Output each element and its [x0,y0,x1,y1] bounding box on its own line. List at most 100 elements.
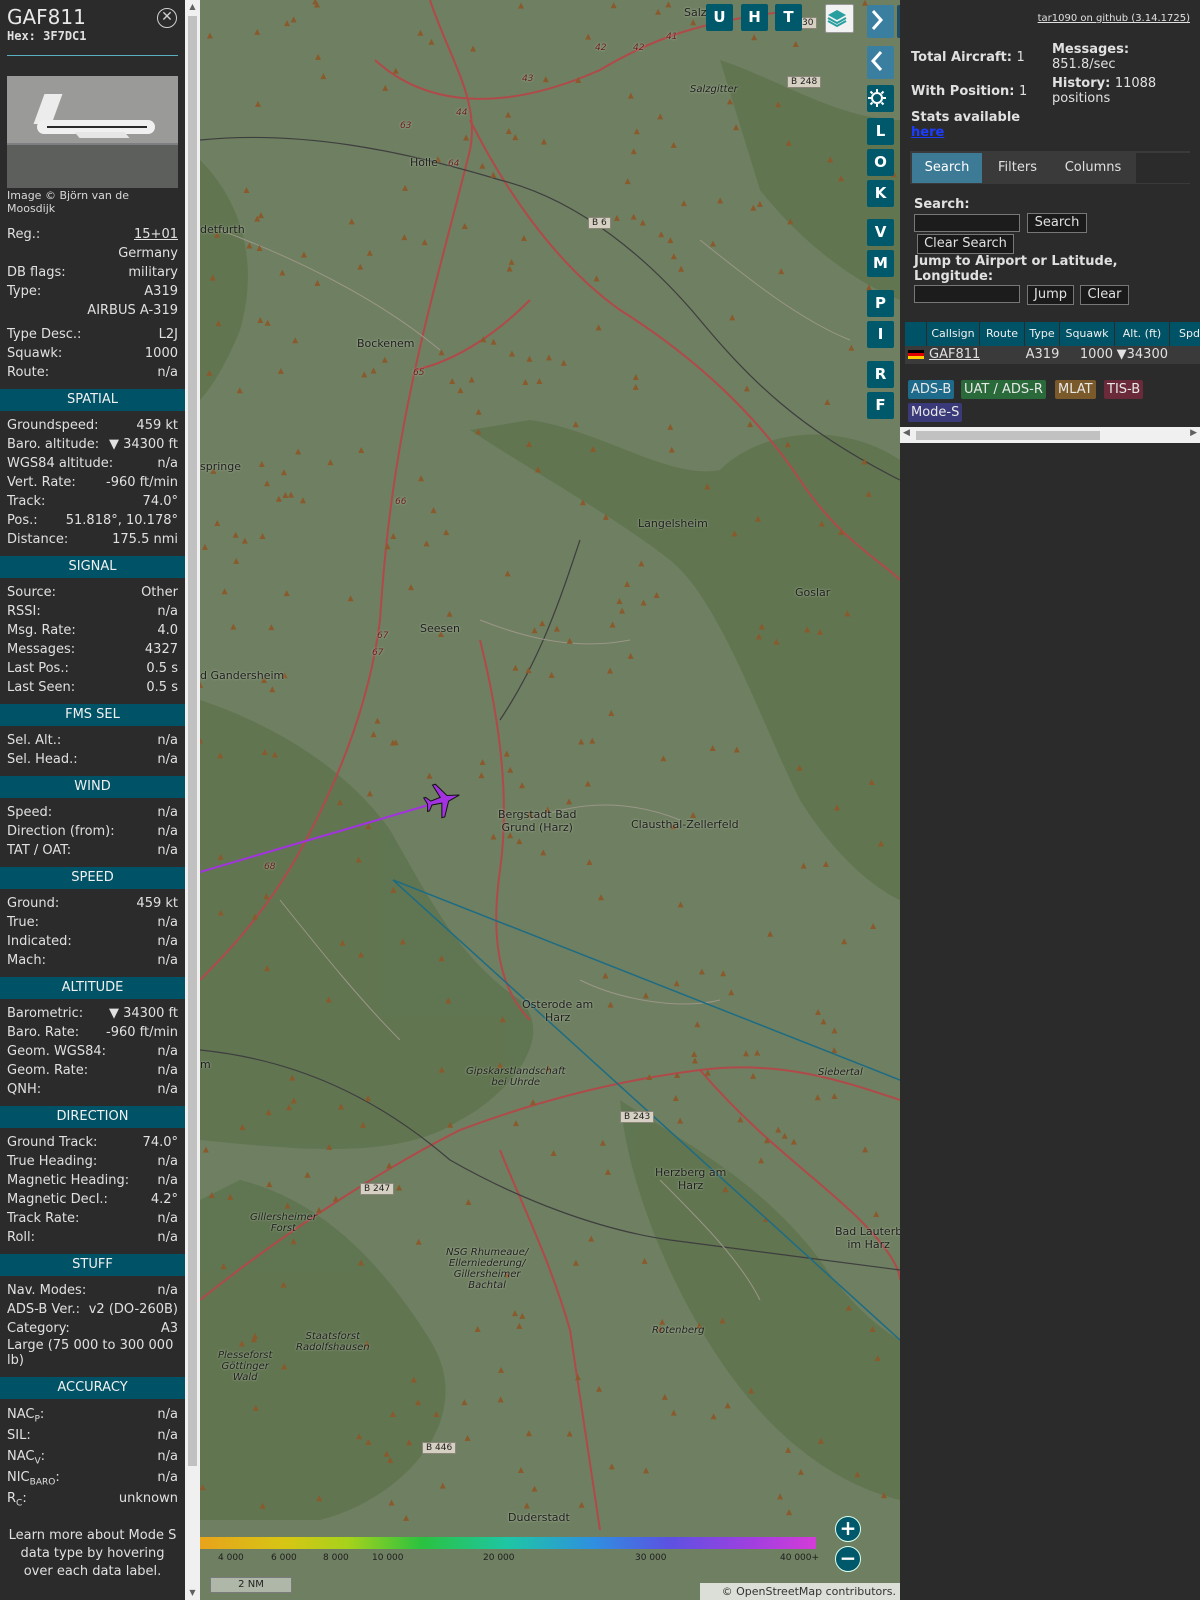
jump-button[interactable]: Jump [1027,285,1074,305]
peak-marker [522,379,529,386]
peak-marker [426,772,433,779]
zoom-in-button[interactable]: + [835,1516,861,1542]
peak-marker [815,1008,822,1015]
github-link[interactable]: tar1090 on github (3.14.1725) [1038,13,1190,24]
altitude-rows: Barometric: ▼ 34300 ft Baro. Rate: -960 ft/… [0,1004,185,1099]
direction-row: True Heading: n/a [0,1152,185,1171]
jump-input[interactable] [914,285,1020,303]
scroll-down-icon[interactable]: ▼ [188,1588,197,1597]
table-scrollbar[interactable]: ◀ ▶ [900,427,1200,443]
town-edge-m: m [200,1058,211,1071]
history-stat: History: 11088 positions [1052,76,1192,106]
total-aircraft: Total Aircraft: 1 [911,50,1025,65]
peak-marker [728,989,735,996]
zoom-out-button[interactable]: − [835,1546,861,1572]
fms-label: Sel. Head.: [7,752,78,767]
area-siebertal: Siebertal [818,1067,863,1078]
clear-button[interactable]: Clear [1080,285,1129,305]
tab-filters[interactable]: Filters [985,153,1050,183]
peak-marker [750,204,757,211]
btn-k[interactable]: K [867,180,894,207]
tab-search[interactable]: Search [912,153,982,183]
peak-marker [382,84,389,91]
map-area[interactable]: Salz Salzgitter Holle Bockenem detfurth … [200,0,900,1600]
search-button[interactable]: Search [1027,213,1087,233]
peak-marker [254,28,261,35]
peak-marker [479,162,486,169]
info-header: GAF811 Hex: 3F7DC1 ✕ [0,0,185,55]
peak-marker [520,234,527,241]
area-sf-1: Staatsforst [305,1331,361,1342]
altitude-label: Geom. WGS84: [7,1044,107,1059]
settings-gear-icon[interactable] [867,85,894,112]
col-callsign[interactable]: Callsign [927,322,980,346]
peak-marker [542,76,549,83]
btn-l[interactable]: L [867,118,894,145]
peak-marker [446,610,453,617]
col-spd[interactable]: Spd [1170,322,1200,346]
peak-marker [439,1482,446,1489]
col-squawk[interactable]: Squawk [1060,322,1115,346]
peak-marker [814,1094,821,1101]
tab-columns[interactable]: Columns [1053,153,1133,183]
speed-label: True: [7,915,39,930]
col-alt[interactable]: Alt. (ft) [1115,322,1170,346]
stuff-label: Nav. Modes: [7,1283,87,1298]
close-icon[interactable]: ✕ [157,8,177,28]
collapse-left-icon[interactable] [867,46,894,79]
peak-marker [607,1001,614,1008]
btn-u[interactable]: U [706,4,733,31]
btn-m[interactable]: M [867,250,894,277]
wind-label: Direction (from): [7,824,115,839]
peak-marker [503,750,510,757]
peak-marker [667,423,674,430]
peak-marker [595,324,602,331]
reg-link[interactable]: 15+01 [134,225,178,244]
signal-value: 0.5 s [146,661,178,676]
layers-icon[interactable] [825,4,854,33]
table-scrollbar-thumb[interactable] [916,431,1100,440]
town-clausthal: Clausthal-Zellerfeld [631,818,739,831]
peak-marker [862,1146,869,1153]
btn-o[interactable]: O [867,149,894,176]
info-scrollbar[interactable]: ▲ ▼ [185,0,200,1600]
aircraft-photo[interactable] [7,76,178,188]
speed-value: n/a [157,934,178,949]
peak-marker [539,620,546,627]
scrollbar-thumb[interactable] [188,16,197,1466]
peak-marker [449,377,456,384]
spatial-value: 74.0° [142,494,178,509]
col-route[interactable]: Route [980,322,1025,346]
search-input[interactable] [914,214,1020,232]
table-row-callsign[interactable]: GAF811 [927,346,980,364]
scroll-right-icon[interactable]: ▶ [1190,428,1197,438]
peak-marker [357,263,364,270]
col-type[interactable]: Type [1025,322,1060,346]
direction-row: Ground Track: 74.0° [0,1133,185,1152]
peak-marker [540,849,547,856]
wind-value: n/a [157,824,178,839]
btn-v[interactable]: V [867,219,894,246]
scroll-up-icon[interactable]: ▲ [188,2,197,11]
peak-marker [505,128,512,135]
btn-h[interactable]: H [741,4,768,31]
btn-i[interactable]: I [867,321,894,348]
expand-right-icon[interactable] [867,5,894,38]
clear-search-button[interactable]: Clear Search [917,234,1014,254]
scroll-left-icon[interactable]: ◀ [903,428,910,438]
btn-p[interactable]: P [867,290,894,317]
aircraft-info-panel: GAF811 Hex: 3F7DC1 ✕ Image © Björn van d… [0,0,185,1600]
fms-value: n/a [157,733,178,748]
spatial-value: 51.818°, 10.178° [65,513,178,528]
btn-f[interactable]: F [867,392,894,419]
btn-t[interactable]: T [775,4,802,31]
map-attribution[interactable]: © OpenStreetMap contributors. [700,1583,900,1600]
stats-link[interactable]: here [911,125,944,140]
btn-r[interactable]: R [867,361,894,388]
peak-marker [566,637,573,644]
route-num-66: 66 [395,497,407,507]
signal-label: Source: [7,585,57,600]
altitude-label: Barometric: [7,1006,84,1021]
direction-value: 74.0° [142,1135,178,1150]
peak-marker [750,1072,757,1079]
